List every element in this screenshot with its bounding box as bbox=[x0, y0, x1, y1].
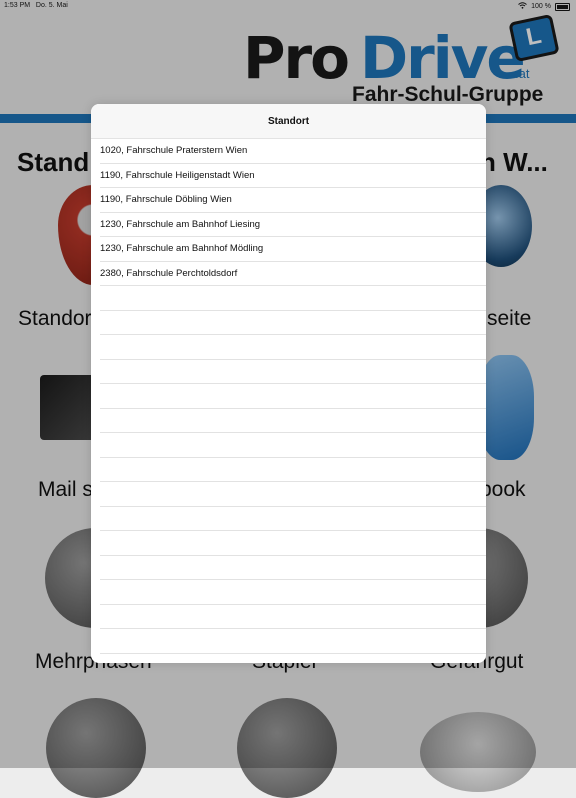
empty-list-row bbox=[100, 629, 486, 654]
empty-list-row bbox=[100, 311, 486, 335]
status-bar: 1:53 PM Do. 5. Mai 100 % bbox=[0, 0, 576, 12]
standort-picker-popup: Standort 1020, Fahrschule Praterstern Wi… bbox=[91, 104, 486, 663]
popup-title: Standort bbox=[91, 104, 486, 139]
location-list: 1020, Fahrschule Praterstern Wien 1190, … bbox=[91, 139, 486, 663]
battery-percent: 100 % bbox=[531, 3, 551, 10]
empty-list-row bbox=[100, 556, 486, 580]
empty-list-row bbox=[100, 605, 486, 629]
empty-list-row bbox=[100, 384, 486, 409]
location-item-liesing[interactable]: 1230, Fahrschule am Bahnhof Liesing bbox=[100, 213, 486, 237]
location-item-perchtoldsdorf[interactable]: 2380, Fahrschule Perchtoldsdorf bbox=[100, 262, 486, 286]
empty-list-row bbox=[100, 286, 486, 311]
location-item-doebling[interactable]: 1190, Fahrschule Döbling Wien bbox=[100, 188, 486, 213]
empty-list-row bbox=[100, 654, 486, 664]
status-time: 1:53 PM Do. 5. Mai bbox=[4, 2, 68, 9]
location-item-heiligenstadt[interactable]: 1190, Fahrschule Heiligenstadt Wien bbox=[100, 164, 486, 188]
empty-list-row bbox=[100, 531, 486, 556]
empty-list-row bbox=[100, 409, 486, 433]
status-right: 100 % bbox=[518, 2, 570, 11]
empty-list-row bbox=[100, 458, 486, 482]
wifi-icon bbox=[518, 2, 527, 11]
location-item-moedling[interactable]: 1230, Fahrschule am Bahnhof Mödling bbox=[100, 237, 486, 262]
location-item-praterstern[interactable]: 1020, Fahrschule Praterstern Wien bbox=[100, 139, 486, 164]
battery-icon bbox=[555, 2, 570, 11]
empty-list-row bbox=[100, 580, 486, 605]
empty-list-row bbox=[100, 482, 486, 507]
empty-list-row bbox=[100, 507, 486, 531]
empty-list-row bbox=[100, 433, 486, 458]
empty-list-row bbox=[100, 360, 486, 384]
empty-list-row bbox=[100, 335, 486, 360]
